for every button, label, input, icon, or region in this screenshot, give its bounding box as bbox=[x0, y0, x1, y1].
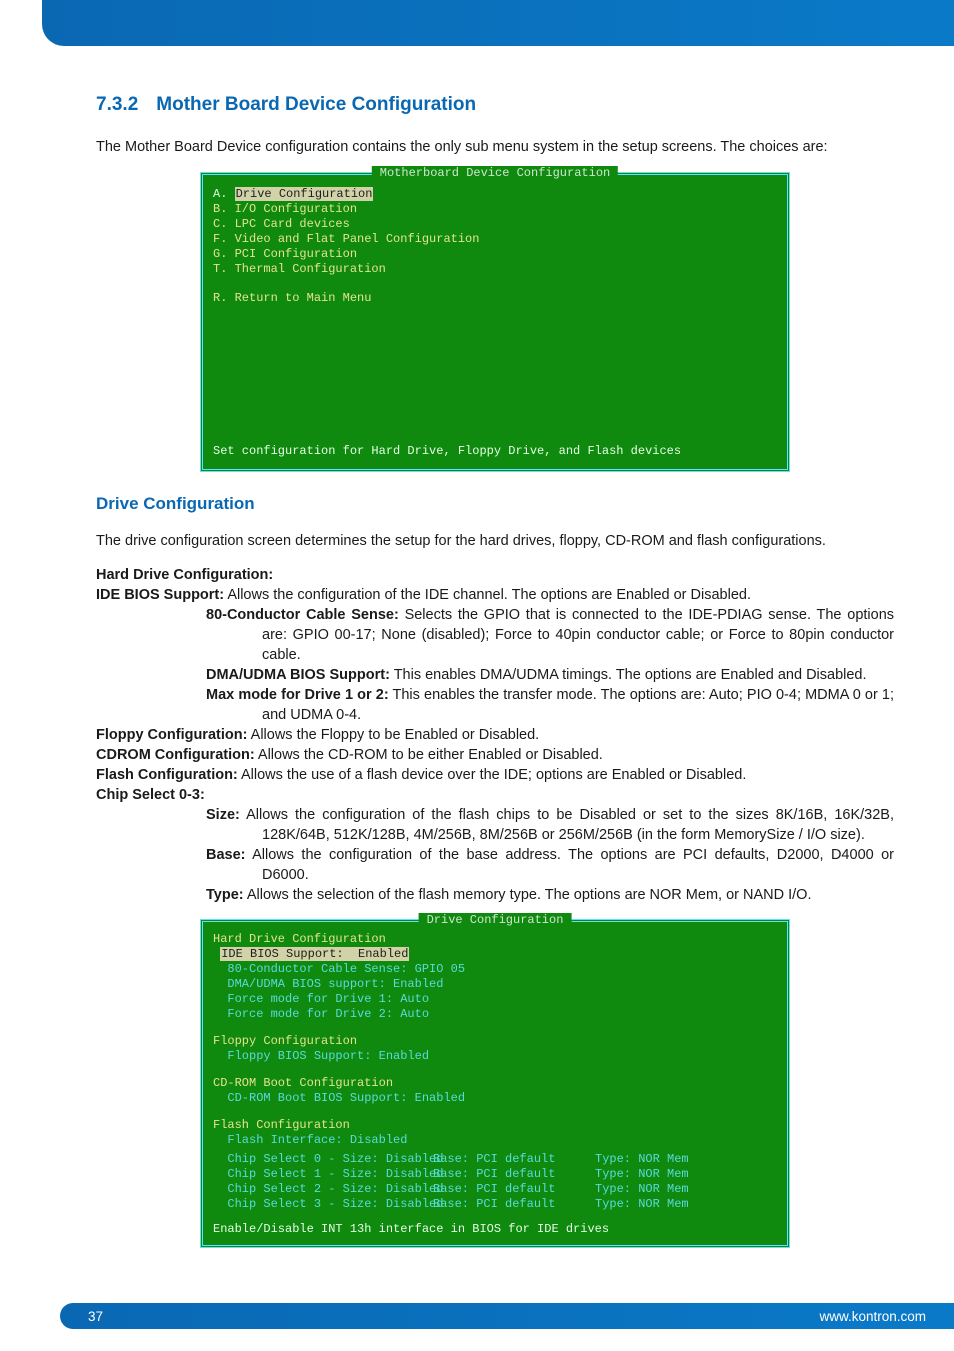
page-content: 7.3.2 Mother Board Device Configuration T… bbox=[0, 46, 954, 1248]
bios-status-line: Set configuration for Hard Drive, Floppy… bbox=[213, 444, 777, 459]
document-page: 7.3.2 Mother Board Device Configuration T… bbox=[0, 0, 954, 1351]
bios-line[interactable]: CD-ROM Boot BIOS Support: Enabled bbox=[213, 1091, 777, 1106]
bios-line[interactable]: Floppy BIOS Support: Enabled bbox=[213, 1049, 777, 1064]
bios-line[interactable]: Force mode for Drive 1: Auto bbox=[213, 992, 777, 1007]
def-cable-sense: 80-Conductor Cable Sense: Selects the GP… bbox=[96, 605, 894, 665]
def-size: Size: Allows the configuration of the fl… bbox=[96, 805, 894, 845]
def-ide-bios: IDE BIOS Support: Allows the configurati… bbox=[96, 585, 894, 605]
def-base: Base: Allows the configuration of the ba… bbox=[96, 845, 894, 885]
section-title: Mother Board Device Configuration bbox=[156, 94, 476, 115]
def-type: Type: Allows the selection of the flash … bbox=[96, 885, 894, 905]
bios-cdrom-heading: CD-ROM Boot Configuration bbox=[213, 1076, 777, 1091]
chip-row[interactable]: Chip Select 0 - Size: DisabledBase: PCI … bbox=[213, 1152, 777, 1167]
page-footer: 37 www.kontron.com bbox=[60, 1303, 954, 1329]
bios-line[interactable]: 80-Conductor Cable Sense: GPIO 05 bbox=[213, 962, 777, 977]
section-heading: 7.3.2 Mother Board Device Configuration bbox=[96, 94, 894, 116]
bios-line[interactable]: DMA/UDMA BIOS support: Enabled bbox=[213, 977, 777, 992]
section-number: 7.3.2 bbox=[96, 94, 138, 115]
header-band bbox=[42, 0, 954, 46]
chip-row[interactable]: Chip Select 2 - Size: DisabledBase: PCI … bbox=[213, 1182, 777, 1197]
bios-line[interactable]: Force mode for Drive 2: Auto bbox=[213, 1007, 777, 1022]
bios-menu-item[interactable]: B. I/O Configuration bbox=[213, 202, 777, 217]
page-number: 37 bbox=[88, 1309, 103, 1324]
bios-hd-heading: Hard Drive Configuration bbox=[213, 932, 777, 947]
chip-row[interactable]: Chip Select 3 - Size: DisabledBase: PCI … bbox=[213, 1197, 777, 1212]
chip-row[interactable]: Chip Select 1 - Size: DisabledBase: PCI … bbox=[213, 1167, 777, 1182]
def-cdrom: CDROM Configuration: Allows the CD-ROM t… bbox=[96, 745, 894, 765]
def-floppy: Floppy Configuration: Allows the Floppy … bbox=[96, 725, 894, 745]
bios-title: Motherboard Device Configuration bbox=[372, 166, 618, 181]
bios-menu-return[interactable]: R. Return to Main Menu bbox=[213, 291, 777, 306]
bios-menu-item[interactable]: F. Video and Flat Panel Configuration bbox=[213, 232, 777, 247]
bios-floppy-heading: Floppy Configuration bbox=[213, 1034, 777, 1049]
def-dma-udma: DMA/UDMA BIOS Support: This enables DMA/… bbox=[96, 665, 894, 685]
bios-title: Drive Configuration bbox=[419, 913, 572, 928]
bios-menu-item[interactable]: A. Drive Configuration bbox=[213, 187, 777, 202]
bios-ide-line[interactable]: IDE BIOS Support: Enabled bbox=[213, 947, 777, 962]
footer-url: www.kontron.com bbox=[819, 1309, 926, 1324]
def-flash: Flash Configuration: Allows the use of a… bbox=[96, 765, 894, 785]
bios-menu-item[interactable]: G. PCI Configuration bbox=[213, 247, 777, 262]
bios-menu-item[interactable]: T. Thermal Configuration bbox=[213, 262, 777, 277]
bios-menu-item[interactable]: C. LPC Card devices bbox=[213, 217, 777, 232]
subsection-intro: The drive configuration screen determine… bbox=[96, 532, 894, 552]
chip-select-table: Chip Select 0 - Size: DisabledBase: PCI … bbox=[213, 1152, 777, 1212]
hard-drive-heading: Hard Drive Configuration: bbox=[96, 565, 894, 585]
bios-status-line: Enable/Disable INT 13h interface in BIOS… bbox=[213, 1222, 777, 1237]
bios-line[interactable]: Flash Interface: Disabled bbox=[213, 1133, 777, 1148]
def-max-mode: Max mode for Drive 1 or 2: This enables … bbox=[96, 685, 894, 725]
bios-menu-motherboard: Motherboard Device Configuration A. Driv… bbox=[200, 172, 790, 472]
intro-paragraph: The Mother Board Device configuration co… bbox=[96, 138, 894, 158]
bios-flash-heading: Flash Configuration bbox=[213, 1118, 777, 1133]
definitions-block: Hard Drive Configuration: IDE BIOS Suppo… bbox=[96, 565, 894, 905]
chip-select-heading: Chip Select 0-3: bbox=[96, 785, 894, 805]
bios-menu-drive-config: Drive Configuration Hard Drive Configura… bbox=[200, 919, 790, 1248]
subsection-heading: Drive Configuration bbox=[96, 494, 894, 514]
